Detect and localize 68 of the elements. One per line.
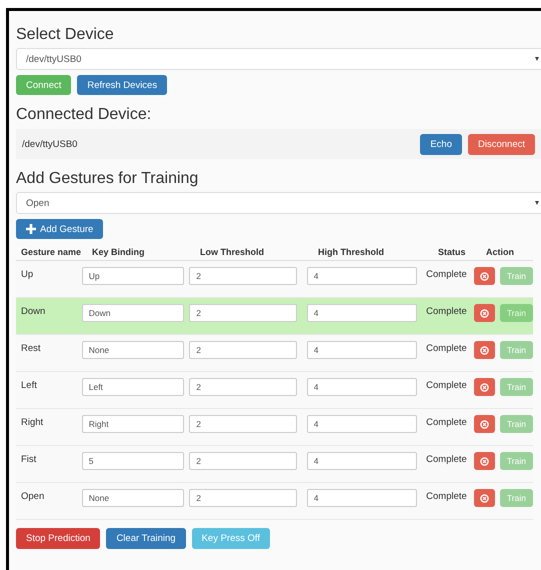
close-circle-icon [480, 382, 489, 392]
low-threshold-field[interactable]: 2 [189, 378, 298, 396]
section-title: Connected Device: [16, 105, 152, 124]
device-button[interactable]: Refresh Devices [77, 75, 168, 95]
gesture-name: Rest [20, 342, 42, 354]
gesture-name: Open [20, 490, 46, 502]
close-circle-icon [480, 420, 489, 428]
caret-icon [535, 57, 539, 61]
high-threshold-field[interactable]: 4 [306, 452, 417, 470]
status-text: Complete [426, 305, 468, 317]
add-gesture-button[interactable]: Add Gesture [16, 219, 104, 239]
plus-icon [26, 224, 36, 234]
caret-icon [535, 201, 539, 205]
close-circle-icon [480, 494, 489, 502]
key-binding-field[interactable]: 5 [82, 452, 184, 470]
gesture-name: Left [20, 379, 38, 391]
section-title: Select Device [16, 25, 115, 44]
low-threshold-field[interactable]: 2 [189, 341, 298, 359]
key-binding-field[interactable]: Up [82, 267, 184, 285]
delete-button[interactable] [474, 341, 495, 359]
footer-button[interactable]: Stop Prediction [16, 528, 100, 549]
low-threshold-field[interactable]: 2 [189, 452, 298, 470]
key-binding-field[interactable]: Right [82, 415, 184, 433]
high-threshold-field[interactable]: 4 [306, 304, 417, 322]
status-text: Complete [426, 268, 468, 280]
high-threshold-field[interactable]: 4 [306, 415, 417, 433]
gesture-select[interactable]: Open [16, 192, 541, 214]
column-header: High Threshold [318, 247, 385, 257]
device-name: /dev/ttyUSB0 [22, 138, 78, 150]
delete-button[interactable] [474, 378, 495, 396]
gesture-name: Up [20, 268, 34, 280]
delete-button[interactable] [474, 267, 495, 285]
section-title: Add Gestures for Training [16, 169, 200, 188]
status-text: Complete [426, 490, 468, 502]
low-threshold-field[interactable]: 2 [189, 267, 298, 285]
gesture-name: Down [20, 305, 46, 317]
column-header: Status [438, 247, 467, 257]
device-select[interactable]: /dev/ttyUSB0 [16, 48, 541, 70]
close-circle-icon [480, 272, 489, 280]
low-threshold-field[interactable]: 2 [189, 304, 298, 322]
key-binding-field[interactable]: None [82, 489, 184, 507]
close-circle-icon [480, 346, 489, 354]
delete-button[interactable] [474, 415, 495, 433]
close-circle-icon [480, 308, 489, 318]
device-action-button[interactable]: Echo [420, 134, 462, 154]
footer-button[interactable]: Clear Training [106, 528, 186, 549]
delete-button[interactable] [474, 304, 495, 322]
close-circle-icon [480, 456, 489, 466]
status-text: Complete [426, 416, 468, 428]
key-binding-field[interactable]: Down [82, 304, 184, 322]
status-text: Complete [426, 379, 468, 391]
gesture-name: Right [20, 416, 44, 428]
status-text: Complete [426, 342, 468, 354]
high-threshold-field[interactable]: 4 [306, 378, 417, 396]
column-header: Action [486, 247, 515, 257]
high-threshold-field[interactable]: 4 [306, 489, 417, 507]
gesture-name: Fist [20, 453, 38, 465]
status-text: Complete [426, 453, 468, 465]
gesture-row[interactable]: Down Down 2 4 Complete Train [16, 298, 533, 335]
high-threshold-field[interactable]: 4 [306, 341, 417, 359]
key-binding-field[interactable]: None [82, 341, 184, 359]
delete-button[interactable] [474, 452, 495, 470]
low-threshold-field[interactable]: 2 [189, 489, 298, 507]
high-threshold-field[interactable]: 4 [306, 267, 417, 285]
delete-button[interactable] [474, 489, 495, 507]
key-binding-field[interactable]: Left [82, 378, 184, 396]
low-threshold-field[interactable]: 2 [189, 415, 298, 433]
column-header: Low Threshold [200, 247, 265, 257]
